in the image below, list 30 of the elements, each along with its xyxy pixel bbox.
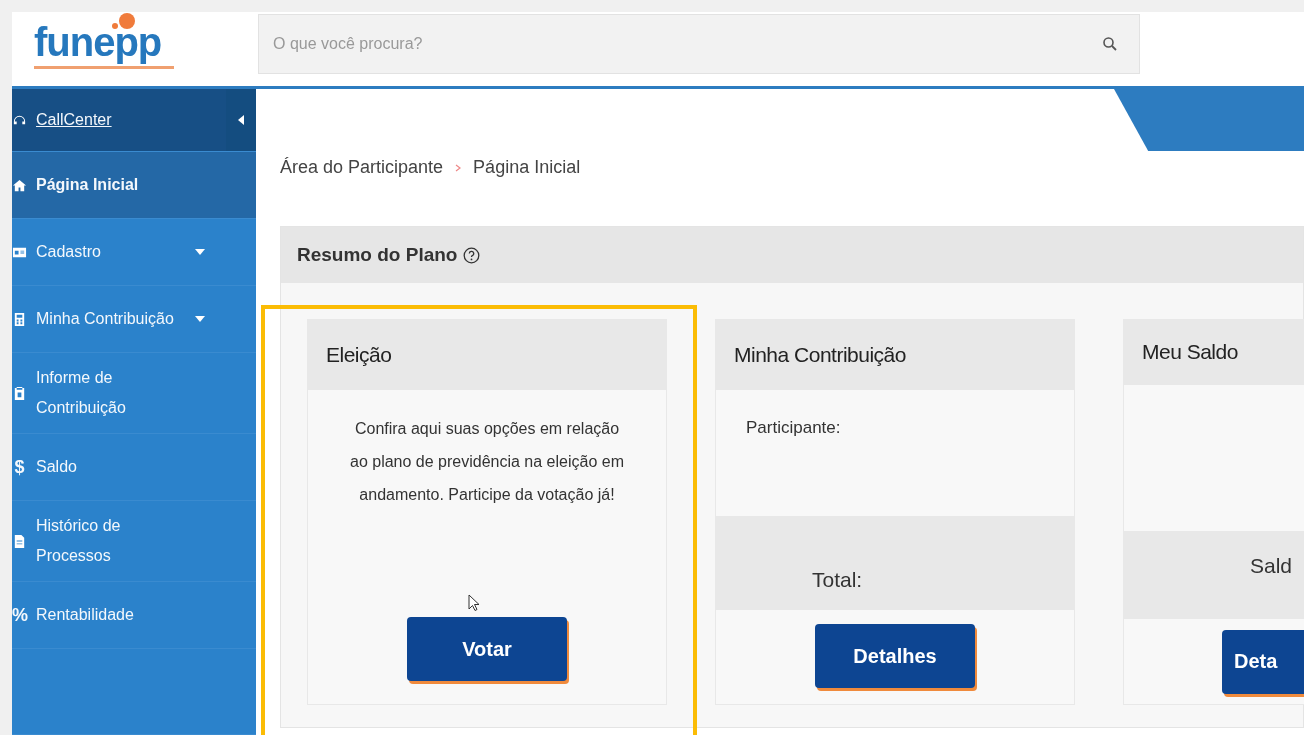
breadcrumb-link[interactable]: Página Inicial bbox=[473, 157, 581, 178]
caret-down-icon bbox=[195, 316, 205, 322]
symbol-icon: % bbox=[12, 604, 27, 626]
details-button[interactable]: Detalhes bbox=[815, 624, 975, 688]
document-icon bbox=[12, 385, 27, 401]
help-icon[interactable] bbox=[463, 246, 481, 264]
caret-down-icon bbox=[195, 249, 205, 255]
card-title: Eleição bbox=[326, 343, 392, 367]
card-title: Minha Contribuição bbox=[734, 343, 906, 367]
file-icon bbox=[12, 533, 27, 549]
symbol-icon: $ bbox=[12, 456, 27, 478]
panel-title: Resumo do Plano bbox=[297, 244, 458, 266]
card-description: Confira aqui suas opções em relação ao plano de previdência na eleição em andamento. Participe da votação já! bbox=[349, 419, 625, 505]
total-label: Sald bbox=[1250, 553, 1293, 578]
total-label: Total: bbox=[812, 568, 863, 592]
participant-label: Participante: bbox=[746, 418, 841, 437]
logo[interactable]: funepp bbox=[34, 20, 162, 64]
search-field[interactable]: O que você procura? bbox=[258, 14, 1140, 74]
chevron-right-icon bbox=[455, 163, 462, 172]
sidebar-item[interactable]: CallCenter bbox=[12, 89, 256, 152]
search-icon[interactable] bbox=[1102, 36, 1118, 52]
home-icon bbox=[12, 177, 27, 193]
details-button[interactable]: Deta bbox=[1222, 629, 1304, 694]
calculator-icon bbox=[12, 311, 27, 327]
mouse-cursor-icon bbox=[468, 594, 480, 612]
card-title: Meu Saldo bbox=[1142, 340, 1238, 365]
breadcrumb-link[interactable]: Área do Participante bbox=[280, 157, 444, 178]
caret-left-icon bbox=[238, 115, 244, 125]
sidebar-item[interactable]: Página Inicial bbox=[12, 152, 256, 219]
vote-button[interactable]: Votar bbox=[407, 617, 567, 681]
